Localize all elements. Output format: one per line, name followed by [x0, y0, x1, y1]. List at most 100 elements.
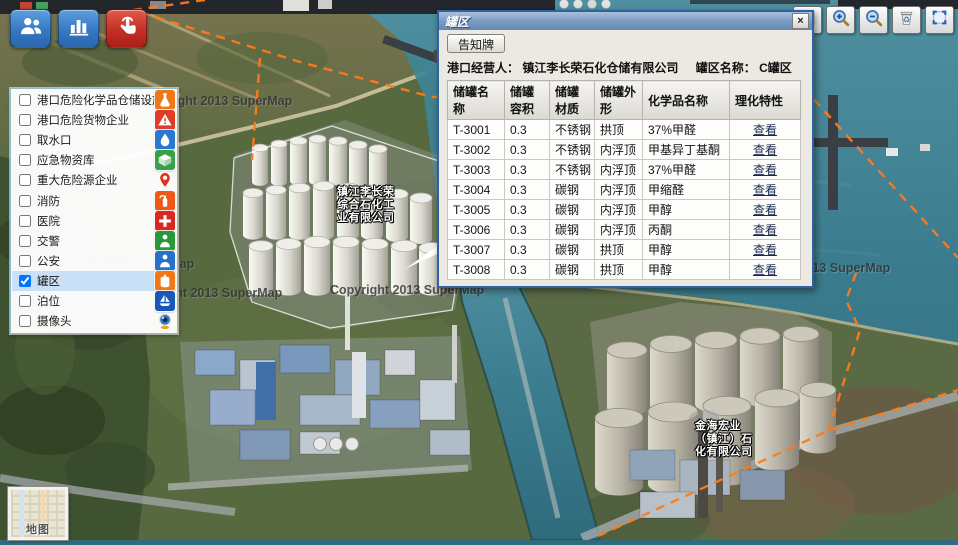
- chemical-storage-icon: [155, 90, 175, 110]
- view-link[interactable]: 查看: [753, 223, 777, 237]
- statistics-chart-button[interactable]: [58, 9, 99, 48]
- people-stats-button[interactable]: [10, 9, 51, 48]
- public-security-icon: [155, 251, 175, 271]
- tank-row[interactable]: T-30010.3不锈钢拱顶37%甲醛查看: [448, 120, 801, 140]
- tank-cell: 丙酮: [643, 220, 730, 240]
- touch-icon: [114, 13, 140, 44]
- tank-row[interactable]: T-30020.3不锈钢内浮顶甲基异丁基酮查看: [448, 140, 801, 160]
- view-link[interactable]: 查看: [753, 143, 777, 157]
- layer-checkbox[interactable]: [19, 154, 31, 166]
- tank-cell: 内浮顶: [595, 180, 643, 200]
- layer-label: 港口危险化学品仓储设施: [37, 92, 164, 108]
- tank-cell: T-3006: [448, 220, 505, 240]
- tank-cell: 0.3: [505, 140, 550, 160]
- layer-label: 医院: [37, 213, 60, 229]
- layer-item[interactable]: 医院: [12, 211, 176, 231]
- layer-checkbox[interactable]: [19, 295, 31, 307]
- layer-checkbox[interactable]: [19, 174, 31, 186]
- layer-checkbox[interactable]: [19, 255, 31, 267]
- layer-icon-cell: [154, 311, 176, 331]
- properties-cell: 查看: [730, 260, 801, 280]
- full-extent-icon: [930, 8, 949, 32]
- view-link[interactable]: 查看: [753, 183, 777, 197]
- layer-label: 交警: [37, 233, 60, 249]
- layer-item[interactable]: 港口危险货物企业: [12, 110, 176, 130]
- tank-cell: 不锈钢: [550, 120, 595, 140]
- layer-item[interactable]: 取水口: [12, 130, 176, 150]
- layer-item[interactable]: 摄像头: [12, 311, 176, 331]
- clear-recycle-icon: ♻: [897, 8, 916, 32]
- layer-item[interactable]: 重大危险源企业: [12, 170, 176, 190]
- layer-item[interactable]: 港口危险化学品仓储设施: [12, 90, 176, 110]
- layer-item[interactable]: 罐区: [12, 271, 176, 291]
- layer-label: 应急物资库: [37, 152, 95, 168]
- tank-cell: 0.3: [505, 240, 550, 260]
- full-extent-button[interactable]: [925, 6, 954, 34]
- operator-value: 镇江李长荣石化仓储有限公司: [522, 61, 678, 75]
- tank-row[interactable]: T-30060.3碳钢内浮顶丙酮查看: [448, 220, 801, 240]
- tank-cell: 0.3: [505, 200, 550, 220]
- tank-cell: 0.3: [505, 260, 550, 280]
- minimap-toggle[interactable]: 地图: [8, 487, 68, 540]
- tank-icon: [155, 271, 175, 291]
- zoom-out-button[interactable]: [859, 6, 888, 34]
- hazard-warning-icon: [155, 110, 175, 130]
- tank-cell: 0.3: [505, 180, 550, 200]
- layer-checkbox[interactable]: [19, 275, 31, 287]
- tank-row[interactable]: T-30050.3碳钢内浮顶甲醇查看: [448, 200, 801, 220]
- view-link[interactable]: 查看: [753, 163, 777, 177]
- layer-item[interactable]: 公安: [12, 251, 176, 271]
- layer-item[interactable]: 泊位: [12, 291, 176, 311]
- layer-checkbox[interactable]: [19, 114, 31, 126]
- layer-checkbox[interactable]: [19, 94, 31, 106]
- zoom-in-button[interactable]: [826, 6, 855, 34]
- view-link[interactable]: 查看: [753, 243, 777, 257]
- tank-cell: 拱顶: [595, 260, 643, 280]
- clear-button[interactable]: ♻: [892, 6, 921, 34]
- layer-item[interactable]: 交警: [12, 231, 176, 251]
- layer-icon-cell: [154, 90, 176, 110]
- layer-label: 消防: [37, 193, 60, 209]
- properties-cell: 查看: [730, 200, 801, 220]
- layer-checkbox[interactable]: [19, 315, 31, 327]
- col-header-shape: 储罐外形: [595, 81, 643, 120]
- tank-cell: T-3005: [448, 200, 505, 220]
- tank-cell: T-3004: [448, 180, 505, 200]
- tank-row[interactable]: T-30080.3碳钢拱顶甲醇查看: [448, 260, 801, 280]
- close-icon[interactable]: ×: [792, 13, 809, 29]
- layer-icon-strip: [154, 90, 176, 331]
- tank-cell: 碳钢: [550, 180, 595, 200]
- notice-board-button[interactable]: 告知牌: [447, 34, 505, 53]
- minimap-label: 地图: [11, 521, 65, 537]
- layer-item[interactable]: 应急物资库: [12, 150, 176, 170]
- layer-checkbox[interactable]: [19, 215, 31, 227]
- properties-cell: 查看: [730, 140, 801, 160]
- view-link[interactable]: 查看: [753, 203, 777, 217]
- layer-checkbox[interactable]: [19, 235, 31, 247]
- view-link[interactable]: 查看: [753, 263, 777, 277]
- tank-row[interactable]: T-30040.3碳钢内浮顶甲缩醛 查看: [448, 180, 801, 200]
- traffic-police-icon: [155, 231, 175, 251]
- tank-cell: T-3008: [448, 260, 505, 280]
- zoom-out-icon: [864, 8, 883, 32]
- tank-cell: 甲缩醛: [643, 180, 730, 200]
- layer-checkbox[interactable]: [19, 195, 31, 207]
- layer-label: 取水口: [37, 132, 72, 148]
- tank-cell: 甲醇: [643, 240, 730, 260]
- view-link[interactable]: 查看: [753, 123, 777, 137]
- tank-cell: 碳钢: [550, 220, 595, 240]
- supplies-box-icon: [155, 150, 175, 170]
- dialog-title: 罐区: [445, 13, 469, 30]
- touch-select-button[interactable]: [106, 9, 147, 48]
- dialog-titlebar[interactable]: 罐区 ×: [439, 12, 812, 30]
- tank-area-dialog: 罐区 × 告知牌 港口经营人： 镇江李长荣石化仓储有限公司 罐区名称： C罐区 …: [437, 10, 814, 288]
- map-label-company-2: 金海宏业（镇江）石化有限公司: [695, 420, 759, 459]
- tank-row[interactable]: T-30030.3不锈钢内浮顶37%甲醛查看: [448, 160, 801, 180]
- people-icon: [18, 13, 44, 44]
- tank-cell: 碳钢: [550, 260, 595, 280]
- layer-item[interactable]: 消防: [12, 190, 176, 210]
- col-header-tank-name: 储罐名称: [448, 81, 505, 120]
- layer-checkbox[interactable]: [19, 134, 31, 146]
- tank-cell: T-3003: [448, 160, 505, 180]
- tank-row[interactable]: T-30070.3碳钢拱顶甲醇查看: [448, 240, 801, 260]
